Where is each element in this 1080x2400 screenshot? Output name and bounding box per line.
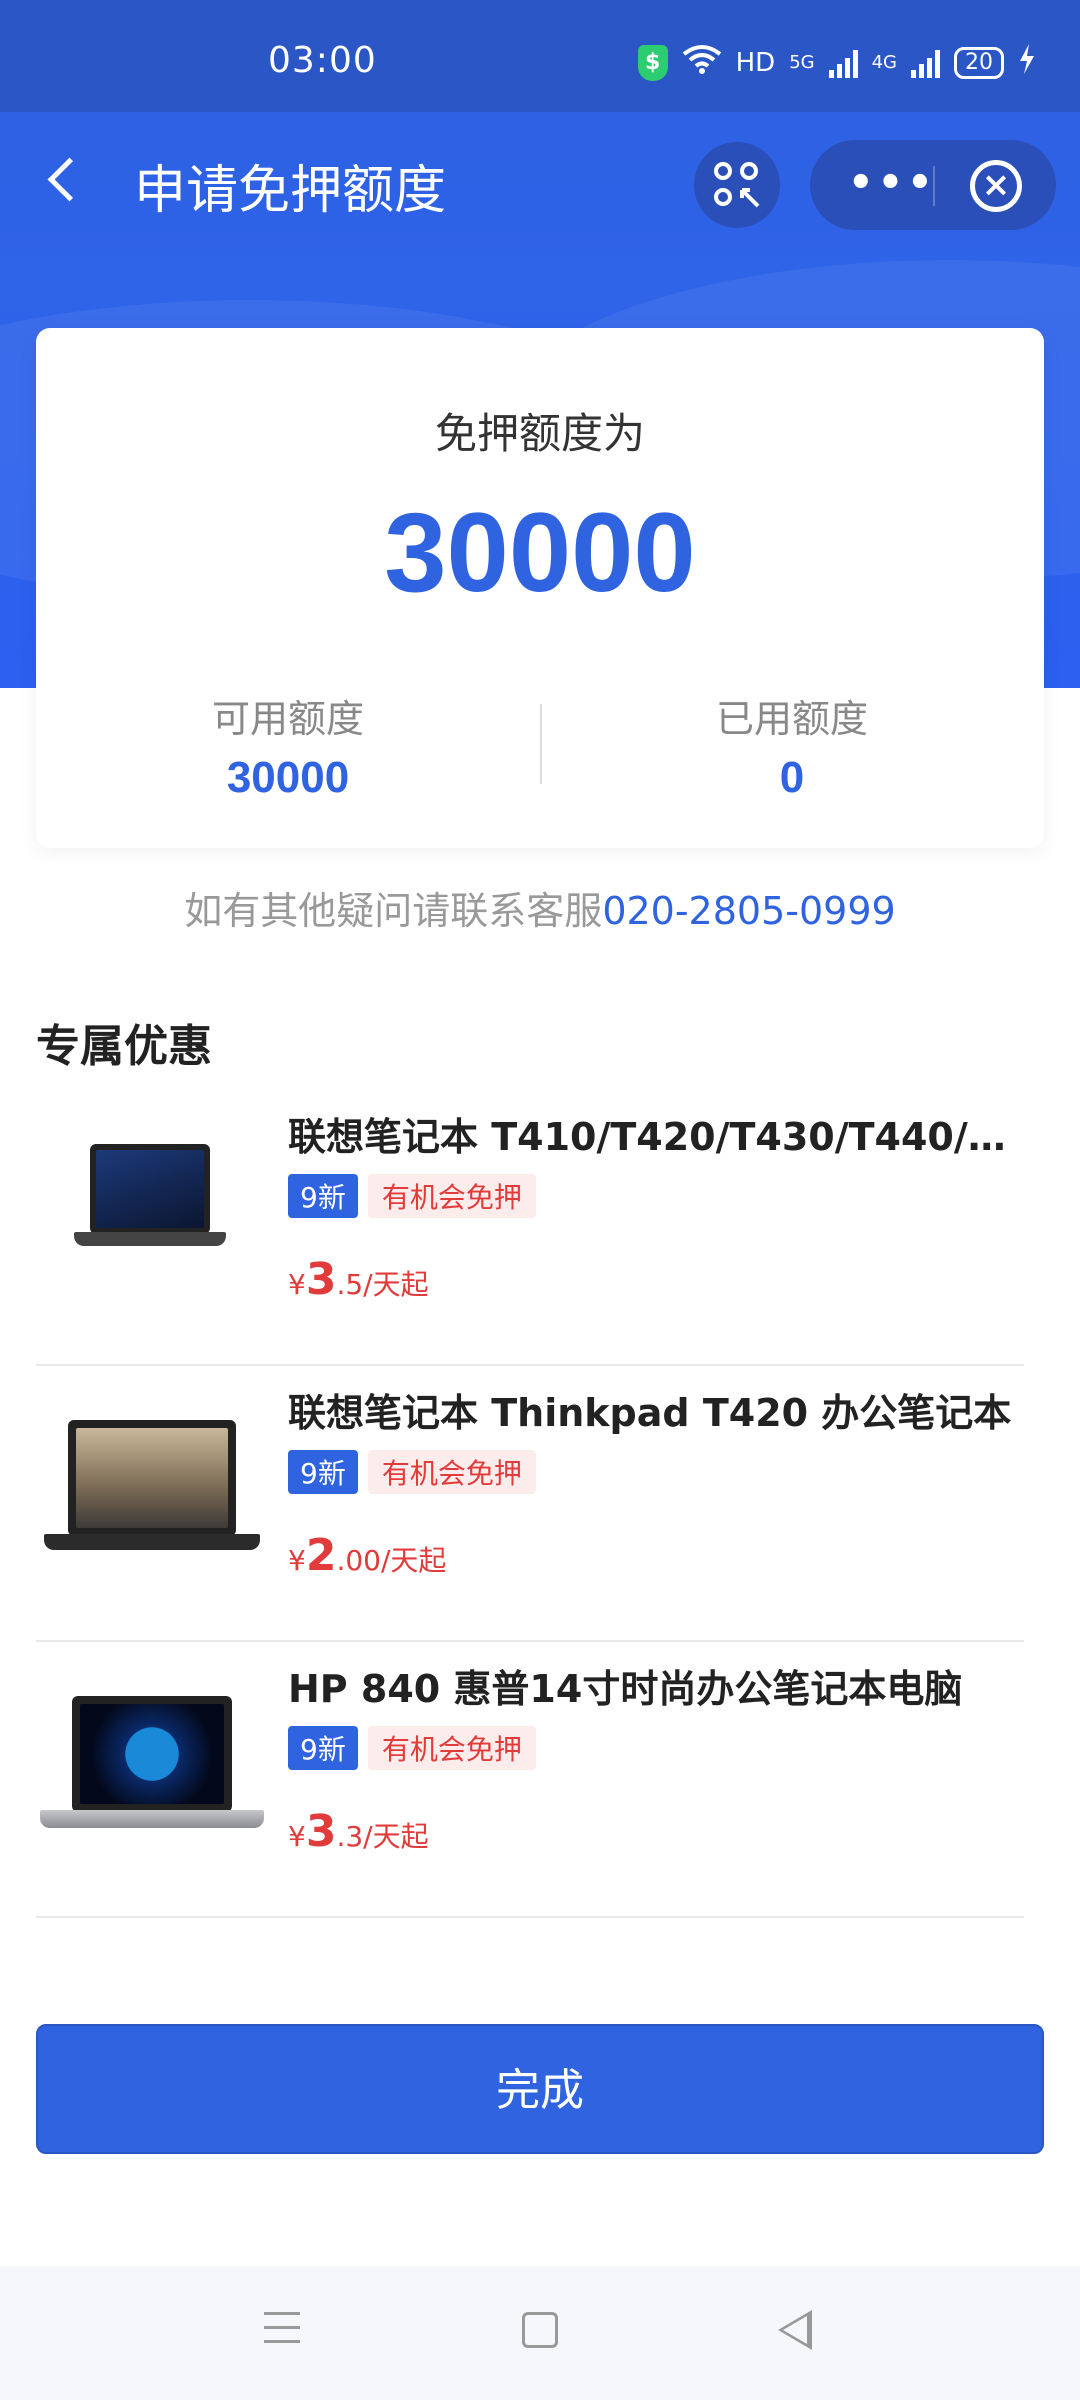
product-image [36,1380,264,1580]
battery-icon: 20 [954,46,1004,79]
product-item[interactable]: HP 840 惠普14寸时尚办公笔记本电脑 9新 有机会免押 ¥3.3/天起 [36,1642,1024,1918]
done-button[interactable]: 完成 [36,2024,1044,2154]
more-icon[interactable]: ••• [848,160,937,206]
product-item[interactable]: 联想笔记本 Thinkpad T420 办公笔记本 9新 有机会免押 ¥2.00… [36,1366,1024,1642]
product-name: HP 840 惠普14寸时尚办公笔记本电脑 [288,1667,963,1711]
charging-icon [1018,44,1036,81]
deposit-tag: 有机会免押 [367,1174,536,1218]
back-triangle-icon[interactable] [778,2310,812,2350]
product-price: ¥3.3/天起 [288,1806,429,1857]
back-button[interactable] [40,152,90,212]
signal-4g-icon [911,48,940,78]
deposit-tag: 有机会免押 [367,1726,536,1770]
product-name: 联想笔记本 Thinkpad T420 办公笔记本 [288,1391,1012,1435]
system-navigation-bar [0,2266,1080,2400]
available-quota: 可用额度 30000 [36,688,540,803]
signal-5g-icon [828,48,858,78]
quota-breakdown: 可用额度 30000 已用额度 0 [36,688,1044,808]
product-price: ¥3.5/天起 [288,1254,429,1305]
wifi-icon [682,44,722,81]
product-tags: 9新 有机会免押 [288,1726,536,1770]
product-tags: 9新 有机会免押 [288,1174,536,1218]
status-bar: 03:00 $ HD 5G 4G 20 [0,0,1080,112]
condition-tag: 9新 [288,1450,358,1494]
page-title: 申请免押额度 [134,161,447,221]
quota-label: 免押额度为 [434,409,645,458]
condition-tag: 9新 [288,1174,358,1218]
available-quota-label: 可用额度 [211,697,364,741]
contact-text: 如有其他疑问请联系客服 [184,889,603,933]
used-quota-value: 0 [779,753,805,802]
condition-tag: 9新 [288,1726,358,1770]
hd-label: HD [735,47,776,78]
product-image [36,1104,264,1304]
signal-4g-label: 4G [871,52,897,73]
product-item[interactable]: 联想笔记本 T410/T420/T430/T440/T4... 9新 有机会免押… [36,1090,1028,1366]
security-shield-icon: $ [637,44,668,81]
status-time: 03:00 [268,40,377,81]
navigation-bar: 申请免押额度 ••• × [0,112,1080,252]
used-quota-label: 已用额度 [715,697,868,741]
scan-button[interactable] [694,142,780,228]
scan-icon [714,162,732,180]
used-quota: 已用额度 0 [540,688,1044,803]
quota-card: 免押额度为 30000 可用额度 30000 已用额度 0 [36,328,1044,848]
product-image [36,1656,264,1856]
menu-icon[interactable] [264,2312,300,2348]
product-list: 联想笔记本 T410/T420/T430/T440/T4... 9新 有机会免押… [36,1090,1028,1918]
quota-value: 30000 [384,490,696,615]
status-icons: $ HD 5G 4G 20 [637,44,1036,81]
product-tags: 9新 有机会免押 [288,1450,536,1494]
signal-5g-label: 5G [789,52,815,73]
contact-service: 如有其他疑问请联系客服020-2805-0999 [0,880,1080,935]
product-name: 联想笔记本 T410/T420/T430/T440/T4... [288,1115,1028,1159]
home-icon[interactable] [522,2312,558,2348]
available-quota-value: 30000 [226,753,350,802]
deposit-tag: 有机会免押 [367,1450,536,1494]
miniprogram-capsule: ••• × [810,140,1056,230]
service-phone-link[interactable]: 020-2805-0999 [602,889,895,933]
product-price: ¥2.00/天起 [288,1530,447,1581]
close-icon[interactable]: × [970,160,1022,212]
section-title: 专属优惠 [36,1021,212,1072]
